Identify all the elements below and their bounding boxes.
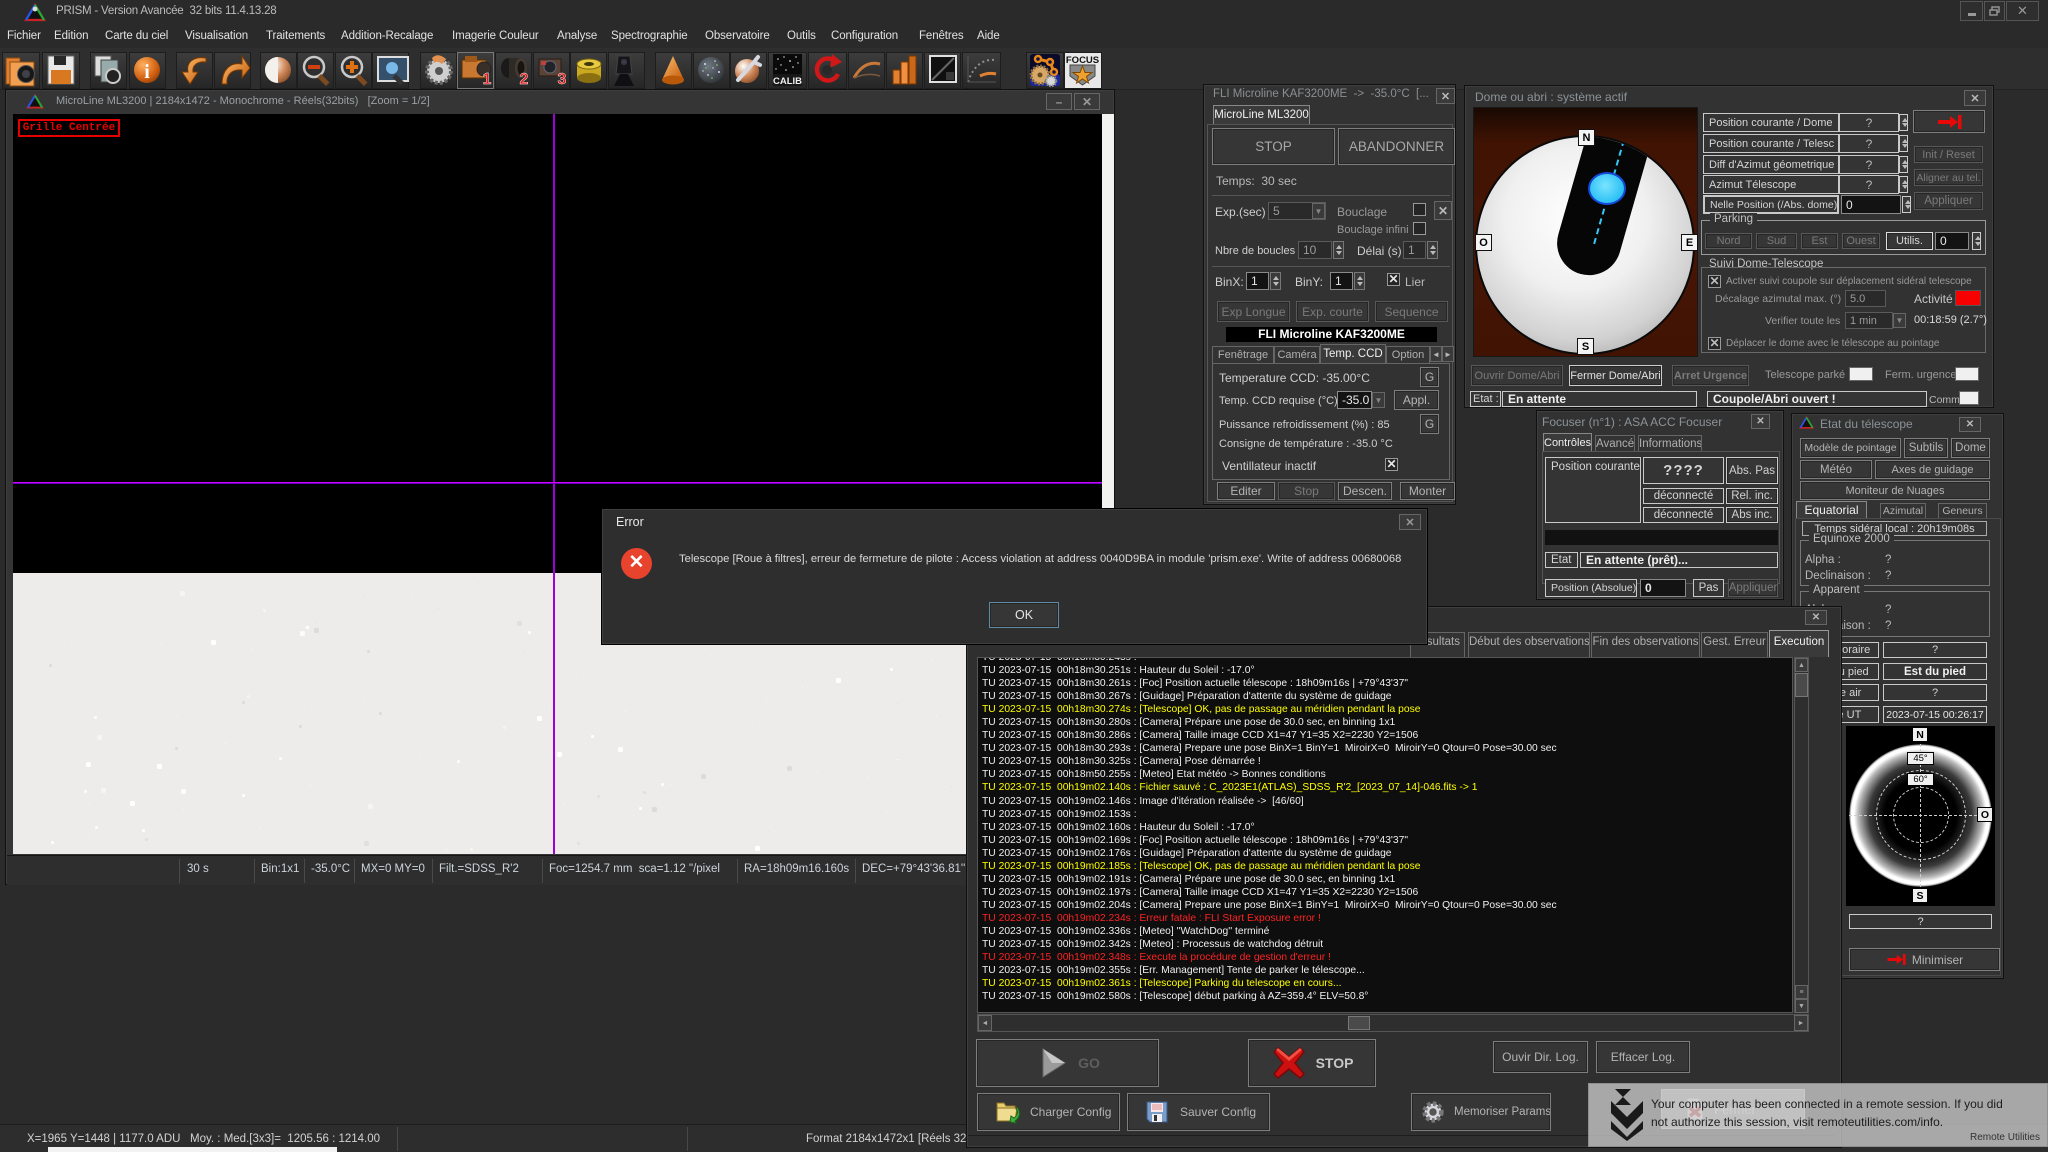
svg-text:3: 3 (558, 71, 567, 88)
svg-text:FOCUS: FOCUS (1066, 55, 1099, 66)
svg-text:2: 2 (520, 71, 529, 88)
svg-text:1: 1 (483, 71, 492, 88)
svg-text:i: i (144, 61, 150, 83)
svg-text:CALIB: CALIB (773, 76, 802, 87)
